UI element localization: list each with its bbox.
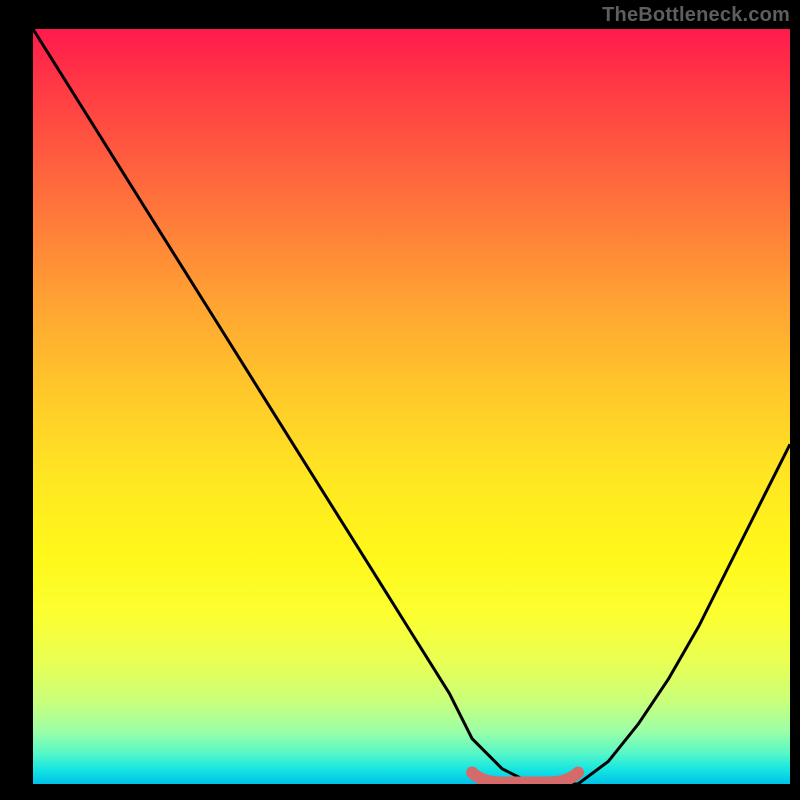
chart-container: TheBottleneck.com — [0, 0, 800, 800]
plot-background — [33, 29, 790, 784]
watermark-text: TheBottleneck.com — [602, 4, 790, 27]
